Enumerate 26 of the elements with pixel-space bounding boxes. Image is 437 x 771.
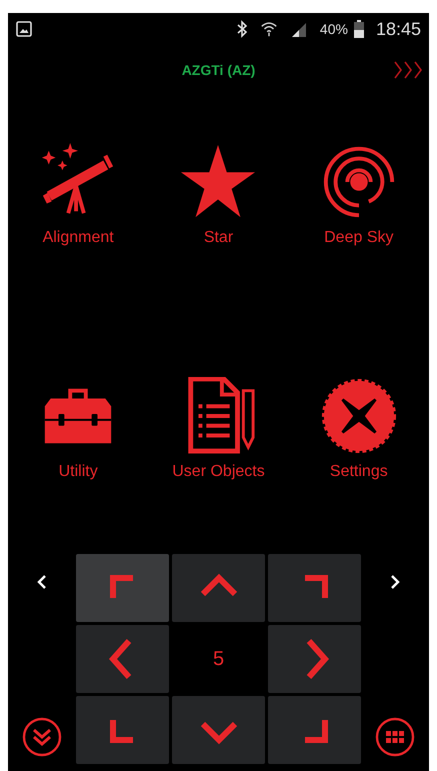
- image-icon: [16, 21, 32, 37]
- direction-button[interactable]: [76, 625, 169, 693]
- menu-item[interactable]: Utility: [8, 377, 148, 481]
- menu-item[interactable]: Alignment: [8, 143, 148, 247]
- battery-percent: 40%: [320, 21, 348, 37]
- direction-button[interactable]: [268, 554, 361, 622]
- menu-item[interactable]: Deep Sky: [288, 143, 429, 247]
- device-title: AZGTi (AZ): [182, 62, 256, 78]
- direction-button[interactable]: [76, 696, 169, 764]
- collapse-button-icon[interactable]: [22, 717, 62, 757]
- wifi-icon: [260, 20, 278, 38]
- menu-item[interactable]: Settings: [288, 377, 429, 481]
- direction-button[interactable]: [268, 625, 361, 693]
- speed-value: 5: [212, 646, 226, 672]
- keypad-button-icon[interactable]: [375, 717, 415, 757]
- gear-icon: [320, 377, 398, 455]
- menu-item[interactable]: Star: [148, 143, 289, 247]
- direction-button[interactable]: [172, 554, 265, 622]
- bluetooth-icon: [236, 20, 248, 38]
- clock-time: 18:45: [376, 18, 421, 40]
- direction-button[interactable]: [268, 696, 361, 764]
- direction-button[interactable]: [172, 696, 265, 764]
- menu-item[interactable]: User Objects: [148, 377, 289, 481]
- battery-icon: [354, 20, 364, 38]
- chevrons-icon[interactable]: [393, 60, 425, 80]
- direction-button[interactable]: [76, 554, 169, 622]
